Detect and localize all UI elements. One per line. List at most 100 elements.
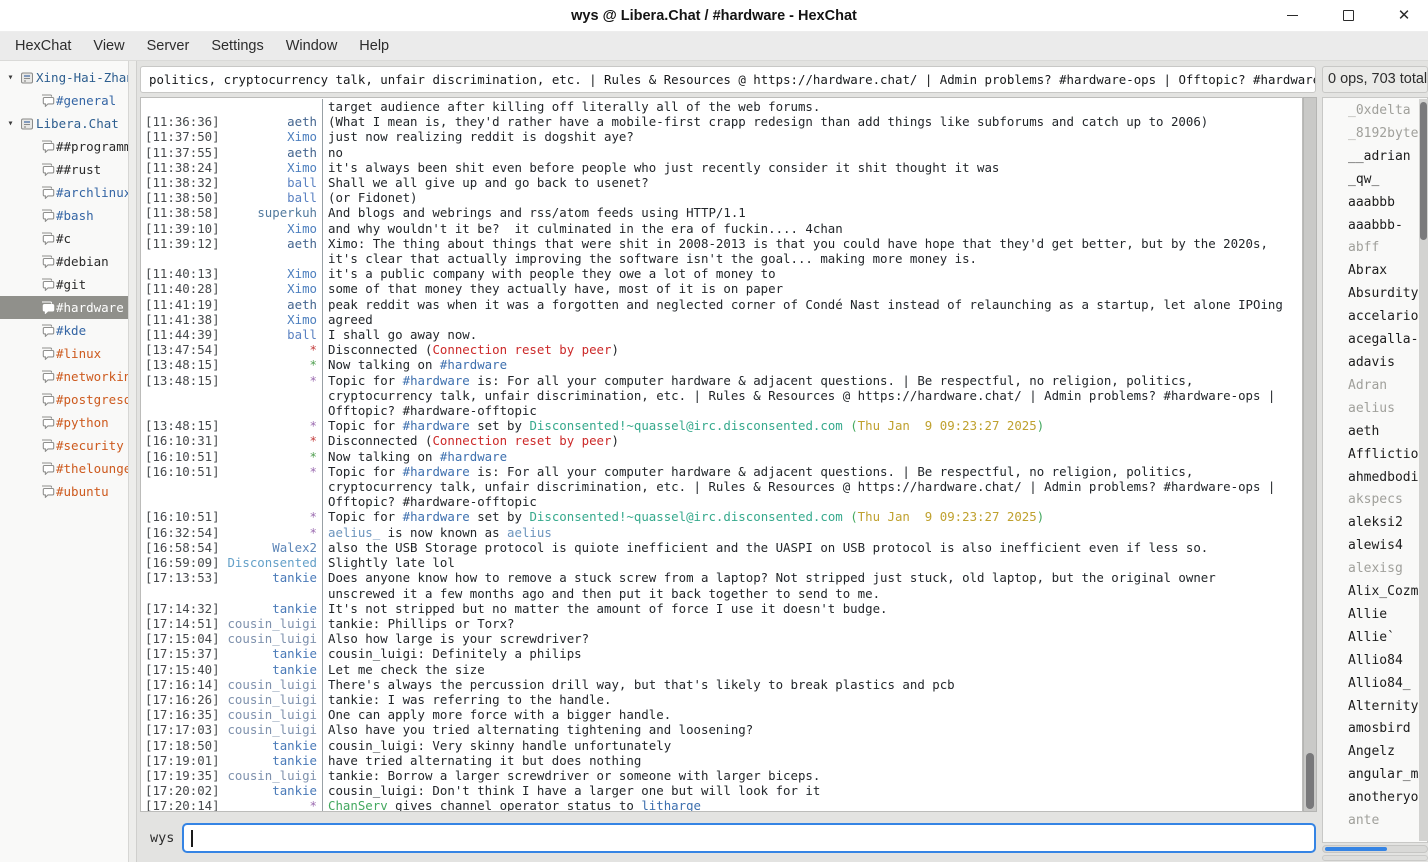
input-bar: wys: [140, 818, 1316, 858]
topic-bar[interactable]: politics, cryptocurrency talk, unfair di…: [140, 66, 1316, 93]
expander-icon[interactable]: ▾: [3, 118, 18, 129]
userlist-item-aaabbb[interactable]: aaabbb: [1348, 192, 1427, 215]
minimize-button[interactable]: [1284, 8, 1300, 24]
chat-line: [17:20:14]*ChanServ gives channel operat…: [141, 798, 1302, 812]
userlist-item-qw[interactable]: _qw_: [1348, 169, 1427, 192]
userlist-item-allio84[interactable]: Allio84_: [1348, 673, 1427, 696]
userlist-item-aeth[interactable]: aeth: [1348, 421, 1427, 444]
userlist-item-abrax[interactable]: Abrax: [1348, 260, 1427, 283]
message-input[interactable]: [182, 823, 1316, 853]
chat-line: [17:15:04]cousin_luigiAlso how large is …: [141, 631, 1302, 646]
userlist-item-0xdelta[interactable]: _0xdelta: [1348, 100, 1427, 123]
chat-scrollbar[interactable]: [1303, 97, 1317, 812]
tree-channel-bash[interactable]: #bash: [0, 204, 128, 227]
user-list-horizontal-scrollbar[interactable]: [1322, 845, 1428, 853]
tree-channel-kde[interactable]: #kde: [0, 319, 128, 342]
tree-channel-programming[interactable]: ##programming: [0, 135, 128, 158]
tree-channel-security[interactable]: #security: [0, 434, 128, 457]
chat-nick: *: [221, 449, 323, 464]
chat-line: [11:38:24]Ximoit's always been shit even…: [141, 160, 1302, 175]
tree-channel-debian[interactable]: #debian: [0, 250, 128, 273]
userlist-item-allio84[interactable]: Allio84: [1348, 650, 1427, 673]
userlist-item-adrian[interactable]: __adrian: [1348, 146, 1427, 169]
chat-message-text: Disconnected (Connection reset by peer): [323, 433, 1302, 448]
userlist-item-alix-cozmo[interactable]: Alix_Cozmo: [1348, 581, 1427, 604]
menu-hexchat[interactable]: HexChat: [4, 32, 82, 60]
user-list-vertical-scrollbar[interactable]: [1419, 99, 1428, 841]
userlist-item-ante[interactable]: ante: [1348, 810, 1427, 833]
chat-nick: *: [221, 525, 323, 540]
chat-message-text: just now realizing reddit is dogshit aye…: [323, 129, 1302, 144]
userlist-item-akspecs[interactable]: akspecs: [1348, 489, 1427, 512]
userlist-item-absurdity[interactable]: Absurdity: [1348, 283, 1427, 306]
chat-timestamp: [17:19:01]: [141, 753, 221, 768]
chat-nick: Ximo: [221, 281, 323, 296]
menu-help[interactable]: Help: [348, 32, 400, 60]
maximize-button[interactable]: [1340, 8, 1356, 24]
userlist-item-adavis[interactable]: adavis: [1348, 352, 1427, 375]
chat-timestamp: [11:40:28]: [141, 281, 221, 296]
tree-item-label: #git: [56, 277, 86, 292]
tree-channel-thelounge[interactable]: #thelounge: [0, 457, 128, 480]
userlist-item-anotheryo[interactable]: anotheryo: [1348, 787, 1427, 810]
chat-message-text: also the USB Storage protocol is quiote …: [323, 540, 1302, 555]
chat-message-segment: it's a public company with people they o…: [328, 266, 776, 281]
userlist-item-ahmedbodi[interactable]: ahmedbodi: [1348, 467, 1427, 490]
userlist-item-acegalla[interactable]: acegalla-: [1348, 329, 1427, 352]
user-list-horizontal-scrollbar-track[interactable]: [1322, 855, 1428, 861]
tree-channel-linux[interactable]: #linux: [0, 342, 128, 365]
chat-nick: Ximo: [221, 129, 323, 144]
tree-network-libera-chat[interactable]: ▾Libera.Chat: [0, 112, 128, 135]
tree-channel-postgresql[interactable]: #postgresql: [0, 388, 128, 411]
chat-scrollbar-thumb[interactable]: [1306, 753, 1314, 809]
expander-icon[interactable]: ▾: [3, 72, 18, 83]
userlist-item-abff[interactable]: abff: [1348, 237, 1427, 260]
chat-message-segment: it's always been shit even before people…: [328, 160, 999, 175]
maximize-icon: [1343, 10, 1354, 21]
chat-message-text: agreed: [323, 312, 1302, 327]
tree-channel-c[interactable]: #c: [0, 227, 128, 250]
userlist-item-amosbird[interactable]: amosbird: [1348, 718, 1427, 741]
menu-settings[interactable]: Settings: [200, 32, 274, 60]
chat-timestamp: [16:10:51]: [141, 464, 221, 510]
chat-message-segment: cousin_luigi: Definitely a philips: [328, 646, 582, 661]
userlist-item-aelius[interactable]: aelius: [1348, 398, 1427, 421]
chat-message-text: it's a public company with people they o…: [323, 266, 1302, 281]
close-button[interactable]: ✕: [1396, 8, 1412, 24]
userlist-item-angelz[interactable]: Angelz: [1348, 741, 1427, 764]
channel-bubble-icon: [38, 324, 56, 337]
userlist-item-adran[interactable]: Adran: [1348, 375, 1427, 398]
menu-window[interactable]: Window: [275, 32, 349, 60]
tree-channel-python[interactable]: #python: [0, 411, 128, 434]
tree-network-xing-hai-zhan[interactable]: ▾Xing-Hai-Zhan: [0, 66, 128, 89]
userlist-item-8192byte[interactable]: _8192byte: [1348, 123, 1427, 146]
tree-channel-ubuntu[interactable]: #ubuntu: [0, 480, 128, 503]
menu-view[interactable]: View: [82, 32, 135, 60]
tree-channel-rust[interactable]: ##rust: [0, 158, 128, 181]
tree-channel-hardware[interactable]: #hardware: [0, 296, 128, 319]
userlist-item-aleksi2[interactable]: aleksi2: [1348, 512, 1427, 535]
tree-channel-archlinux[interactable]: #archlinux: [0, 181, 128, 204]
tree-channel-general[interactable]: #general: [0, 89, 128, 112]
userlist-item-alternity[interactable]: Alternity: [1348, 696, 1427, 719]
chat-message-segment: target audience after killing off litera…: [328, 99, 820, 114]
userlist-item-aaabbb[interactable]: aaabbb-: [1348, 215, 1427, 238]
chat-timestamp: [13:48:15]: [141, 357, 221, 372]
channel-tree-scrollbar[interactable]: [128, 61, 137, 862]
user-list: _0xdelta_8192byte__adrian_qw_aaabbbaaabb…: [1322, 97, 1428, 843]
chat-nick: Walex2: [221, 540, 323, 555]
userlist-item-allie[interactable]: Allie: [1348, 604, 1427, 627]
chat-message-segment: Shall we all give up and go back to usen…: [328, 175, 649, 190]
tree-channel-networking[interactable]: #networking: [0, 365, 128, 388]
userlist-item-allie[interactable]: Allie`: [1348, 627, 1427, 650]
user-list-horizontal-scrollbar-thumb[interactable]: [1325, 847, 1387, 851]
menu-server[interactable]: Server: [136, 32, 201, 60]
tree-channel-git[interactable]: #git: [0, 273, 128, 296]
userlist-item-accelario[interactable]: accelario: [1348, 306, 1427, 329]
userlist-item-alexisg[interactable]: alexisg: [1348, 558, 1427, 581]
user-list-vertical-scrollbar-thumb[interactable]: [1420, 102, 1427, 240]
chat-timestamp: [141, 99, 221, 114]
userlist-item-affliction[interactable]: Affliction: [1348, 444, 1427, 467]
userlist-item-angular-m[interactable]: angular_m: [1348, 764, 1427, 787]
userlist-item-alewis4[interactable]: alewis4: [1348, 535, 1427, 558]
